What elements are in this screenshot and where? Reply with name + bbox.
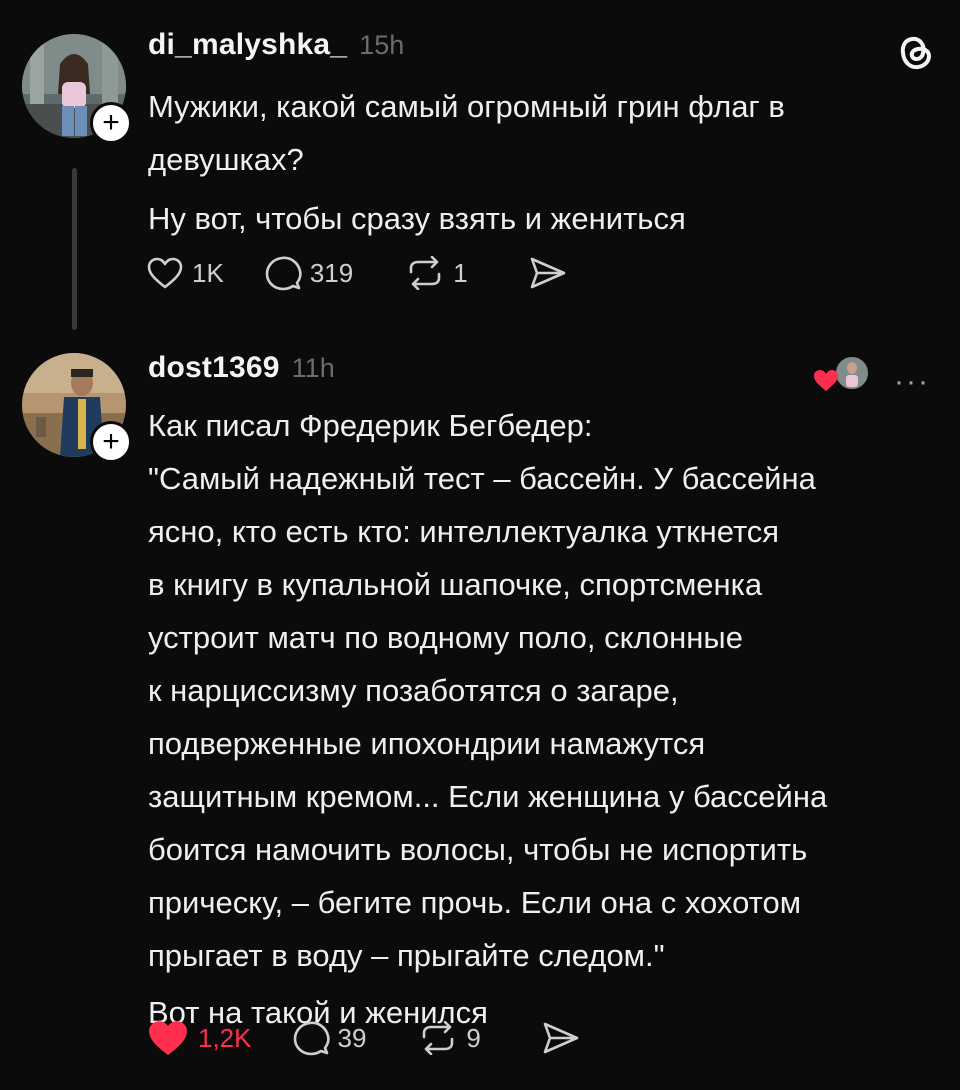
heart-icon — [147, 257, 183, 289]
threads-logo-icon[interactable] — [896, 30, 936, 79]
thread-connector-line — [72, 168, 77, 330]
send-icon — [543, 1022, 579, 1054]
post-text-line: подверженные ипохондрии намажутся — [148, 726, 706, 761]
post-header: di_malyshka_ 15h — [148, 28, 930, 62]
post-text-line: к нарциссизму позаботятся о загаре, — [148, 673, 679, 708]
post-text-line: прыгает в воду – прыгайте следом." — [148, 938, 665, 973]
comment-count: 319 — [309, 257, 354, 288]
heart-icon — [149, 1021, 188, 1055]
post-text-line: девушках? — [148, 142, 304, 177]
username[interactable]: di_malyshka_ — [148, 28, 347, 62]
post-actions: 1K 319 1 — [146, 255, 568, 291]
post-text-line: прическу, – бегите прочь. Если она с хох… — [148, 885, 802, 920]
share-button[interactable] — [528, 255, 568, 291]
follow-plus-icon[interactable]: + — [90, 102, 132, 144]
send-icon — [530, 257, 565, 289]
post-time: 11h — [291, 353, 335, 383]
avatar-wrap: + — [22, 34, 132, 144]
post-text-line: Мужики, какой самый огромный грин флаг в — [148, 89, 785, 124]
avatar-wrap: + — [22, 353, 132, 463]
post-text-line: устроит матч по водному поло, склонные — [148, 620, 743, 655]
comment-count: 39 — [337, 1022, 367, 1053]
repost-button[interactable]: 1 — [405, 256, 468, 290]
comment-bubble-icon — [265, 256, 302, 291]
repost-icon — [409, 256, 441, 290]
post-content: di_malyshka_ 15h Мужики, какой самый огр… — [148, 28, 930, 245]
post-content: dost1369 11h Как писал Фредерик Бегбедер… — [148, 351, 930, 1039]
username[interactable]: dost1369 — [148, 351, 280, 385]
post-text-line: боится намочить волосы, чтобы не испорти… — [148, 832, 808, 867]
repost-count: 1 — [453, 257, 468, 288]
share-button[interactable] — [541, 1020, 581, 1056]
like-count: 1K — [192, 257, 224, 288]
post-text-line: Ну вот, чтобы сразу взять и жениться — [148, 201, 686, 236]
post-text-line: "Самый надежный тест – бассейн. У бассей… — [148, 461, 816, 496]
post-text-line: защитным кремом... Если женщина у бассей… — [148, 779, 828, 814]
more-dots-icon[interactable]: ··· — [894, 365, 930, 399]
liked-by-author-indicator — [812, 351, 870, 395]
like-count: 1,2K — [198, 1022, 252, 1053]
post-body: Как писал Фредерик Бегбедер: "Самый наде… — [148, 399, 930, 1039]
comment-bubble-icon — [293, 1021, 330, 1056]
like-button[interactable]: 1K — [146, 256, 224, 290]
post-time: 15h — [359, 30, 405, 60]
thread-post: + di_malyshka_ 15h Мужики, какой самый о… — [0, 0, 960, 345]
post-text-line: в книгу в купальной шапочке, спортсменка — [148, 567, 763, 602]
repost-button[interactable]: 9 — [418, 1021, 481, 1055]
comment-button[interactable]: 319 — [264, 255, 353, 291]
like-button[interactable]: 1,2K — [146, 1019, 252, 1057]
comment-button[interactable]: 39 — [292, 1020, 367, 1056]
post-body: Мужики, какой самый огромный грин флаг в… — [148, 80, 930, 245]
post-text-line: ясно, кто есть кто: интеллектуалка уткне… — [148, 514, 780, 549]
repost-icon — [423, 1021, 454, 1055]
repost-count: 9 — [466, 1022, 481, 1053]
follow-plus-icon[interactable]: + — [90, 421, 132, 463]
post-actions: 1,2K 39 9 — [146, 1019, 581, 1057]
post-text-line: Как писал Фредерик Бегбедер: — [148, 408, 593, 443]
thread-reply: + dost1369 11h Как писал Фредерик Бегбед… — [0, 345, 960, 1090]
